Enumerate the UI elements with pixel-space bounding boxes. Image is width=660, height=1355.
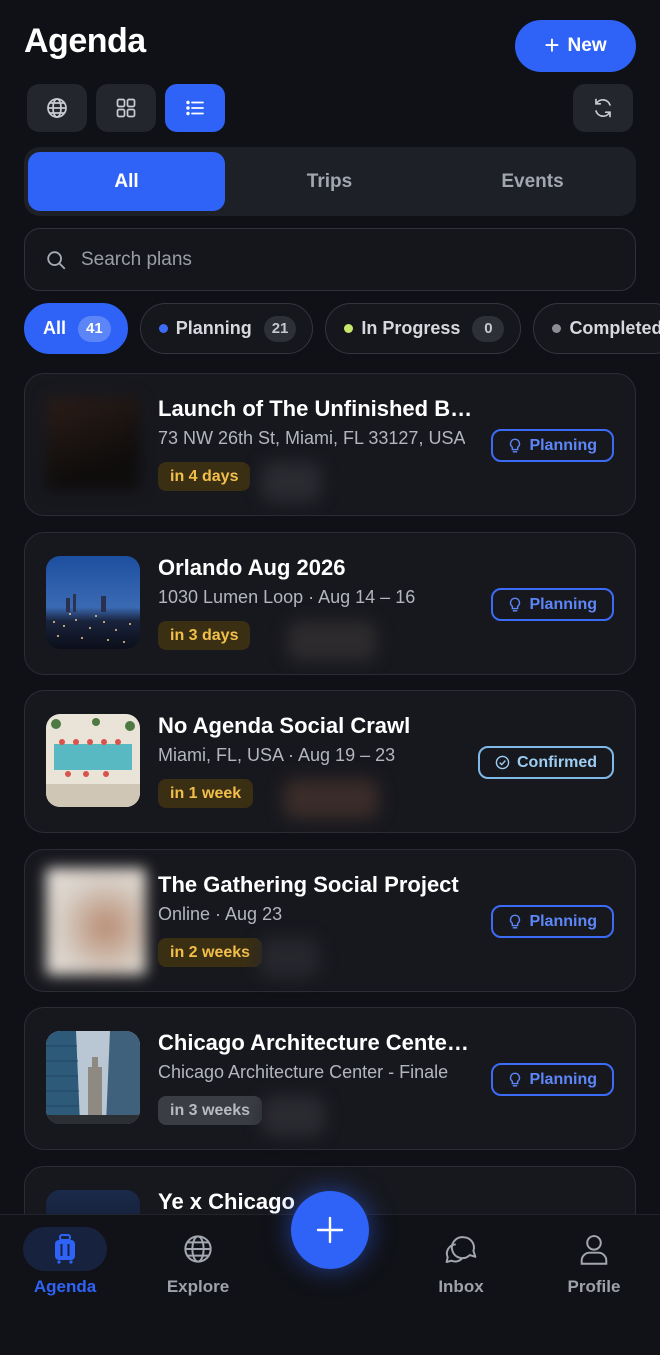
create-plan-fab[interactable] (291, 1191, 369, 1269)
plan-subtitle: Chicago Architecture Center - Finale (158, 1062, 449, 1082)
status-label: Planning (529, 912, 597, 930)
filter-label: All (43, 318, 67, 338)
segment-all[interactable]: All (28, 152, 225, 211)
plan-thumbnail (46, 868, 146, 975)
plan-title: The Gathering Social Project (158, 872, 459, 897)
plan-title: Orlando Aug 2026 (158, 555, 346, 580)
tab-inbox[interactable]: Inbox (406, 1227, 516, 1297)
plan-thumbnail (46, 1031, 140, 1124)
lightbulb-icon (510, 1072, 521, 1086)
tab-inbox-icon-wrap (419, 1227, 503, 1271)
filter-count: 21 (263, 315, 297, 342)
plan-title: No Agenda Social Crawl (158, 713, 411, 738)
filter-label: Planning (175, 318, 252, 338)
status-label: Planning (529, 595, 597, 613)
segment-events[interactable]: Events (434, 152, 631, 211)
plan-countdown-badge: in 3 days (158, 621, 251, 650)
plan-card[interactable]: Orlando Aug 2026 1030 Lumen Loop · Aug 1… (24, 532, 636, 675)
tab-explore-icon-wrap (156, 1227, 240, 1271)
map-view-button[interactable] (27, 84, 87, 132)
status-badge: Planning (491, 588, 614, 621)
tab-explore[interactable]: Explore (143, 1227, 253, 1297)
attendee-avatars (259, 938, 319, 978)
status-badge: Planning (491, 429, 614, 462)
tab-profile[interactable]: Profile (539, 1227, 649, 1297)
page-title: Agenda (24, 22, 146, 60)
plan-thumbnail (46, 397, 140, 490)
plan-thumbnail (46, 714, 140, 807)
list-icon (186, 100, 204, 116)
filter-count: 41 (78, 315, 111, 342)
filter-planning[interactable]: Planning 21 (139, 303, 314, 354)
new-plan-button[interactable]: + New (515, 20, 636, 72)
list-view-button[interactable] (165, 84, 225, 132)
refresh-icon (595, 98, 611, 118)
plan-subtitle: Miami, FL, USA · Aug 19 – 23 (158, 745, 396, 765)
plan-card[interactable]: The Gathering Social Project Online · Au… (24, 849, 636, 992)
plan-countdown-badge: in 2 weeks (158, 938, 263, 967)
search-icon (47, 250, 66, 269)
planning-dot-icon (158, 324, 168, 333)
new-button-label: New (567, 35, 607, 56)
attendee-avatars (261, 1096, 325, 1136)
filter-all[interactable]: All 41 (24, 303, 128, 354)
person-icon (580, 1235, 608, 1265)
plan-subtitle: 1030 Lumen Loop · Aug 14 – 16 (158, 587, 416, 607)
status-label: Planning (529, 436, 597, 454)
plus-icon (316, 1216, 344, 1244)
status-filter-chips: All 41 Planning 21 In Progress 0 Complet… (24, 303, 660, 354)
plan-countdown-badge: in 4 days (158, 462, 251, 491)
chat-bubbles-icon (445, 1236, 477, 1264)
status-badge: Confirmed (478, 746, 614, 779)
status-label: Confirmed (517, 753, 597, 771)
tab-label: Profile (567, 1277, 621, 1296)
plan-subtitle: Online · Aug 23 (158, 904, 283, 924)
status-badge: Planning (491, 905, 614, 938)
globe-icon (184, 1235, 212, 1263)
grid-view-button[interactable] (96, 84, 156, 132)
search-bar[interactable] (24, 228, 636, 291)
check-circle-icon (495, 755, 510, 770)
suitcase-icon (55, 1234, 75, 1264)
plan-card[interactable]: No Agenda Social Crawl Miami, FL, USA · … (24, 690, 636, 833)
filter-count: 0 (472, 315, 505, 342)
tab-label: Inbox (438, 1277, 484, 1296)
globe-icon (47, 98, 67, 118)
plan-subtitle: 73 NW 26th St, Miami, FL 33127, USA (158, 428, 466, 448)
type-segmented-control: All Trips Events (24, 147, 636, 216)
filter-label: Completed (569, 318, 660, 338)
refresh-button[interactable] (573, 84, 633, 132)
plan-card[interactable]: Launch of The Unfinished Business 73 NW … (24, 373, 636, 516)
segment-trips[interactable]: Trips (231, 152, 428, 211)
lightbulb-icon (510, 438, 521, 452)
plan-title: Launch of The Unfinished Business (158, 396, 473, 421)
grid-icon (116, 98, 136, 118)
tab-profile-icon-wrap (552, 1227, 636, 1271)
tab-label: Agenda (33, 1277, 97, 1296)
plan-title: Chicago Architecture Center Tour (158, 1030, 473, 1055)
plan-countdown-badge: in 1 week (158, 779, 254, 808)
in-progress-dot-icon (344, 324, 354, 333)
filter-completed[interactable]: Completed (533, 303, 660, 354)
tab-agenda-icon-wrap (23, 1227, 107, 1271)
tab-label: Explore (166, 1277, 230, 1296)
attendee-avatars (287, 621, 377, 661)
search-input[interactable] (81, 248, 635, 271)
plus-icon: + (544, 30, 560, 60)
filter-label: In Progress (361, 318, 461, 338)
filter-in-progress[interactable]: In Progress 0 (325, 303, 522, 354)
attendee-avatars (283, 779, 379, 819)
status-label: Planning (529, 1070, 597, 1088)
tab-agenda[interactable]: Agenda (10, 1227, 120, 1297)
status-badge: Planning (491, 1063, 614, 1096)
attendee-avatars (261, 462, 321, 502)
lightbulb-icon (510, 597, 521, 611)
plan-title: Ye x Chicago (158, 1189, 295, 1214)
lightbulb-icon (510, 914, 521, 928)
plan-thumbnail (46, 556, 140, 649)
plan-countdown-badge: in 3 weeks (158, 1096, 263, 1125)
plan-card[interactable]: Chicago Architecture Center Tour Chicago… (24, 1007, 636, 1150)
completed-dot-icon (552, 324, 562, 333)
